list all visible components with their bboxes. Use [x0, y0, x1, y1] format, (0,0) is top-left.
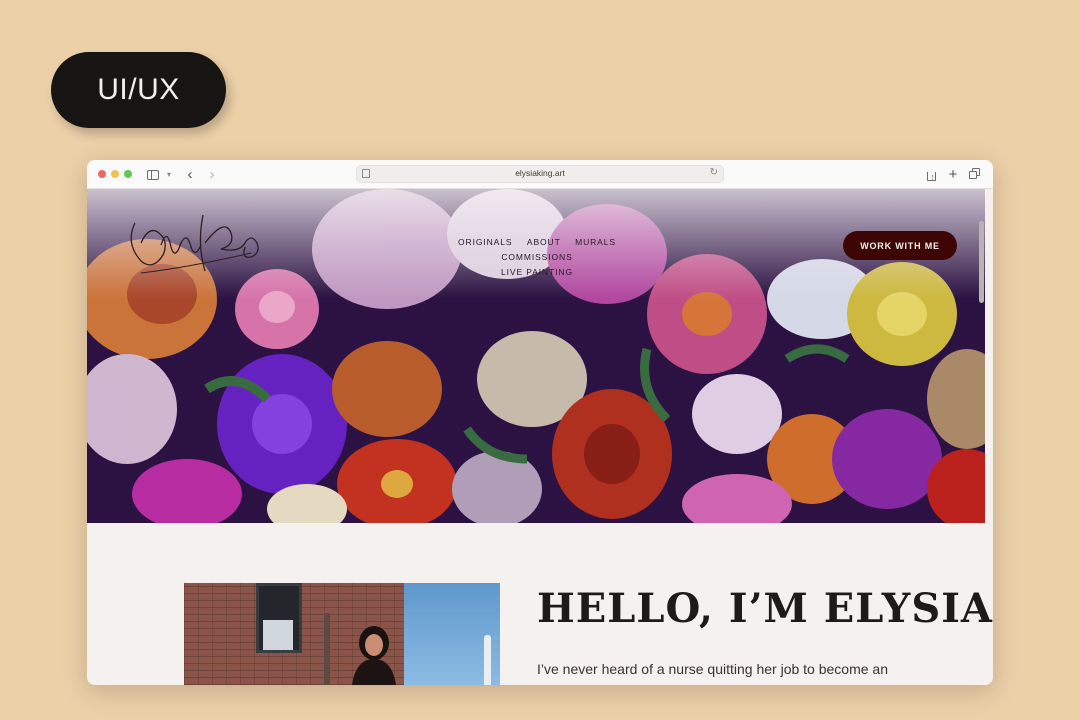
sidebar-icon[interactable] — [146, 166, 160, 183]
new-tab-icon[interactable]: + — [947, 166, 959, 183]
close-window-button[interactable] — [98, 170, 106, 178]
url-text[interactable]: elysiaking.art — [357, 168, 723, 178]
browser-window: ▾ ‹ › elysiaking.art ↻ ↑ + ORIGINALS ABO… — [87, 160, 993, 685]
nav-originals[interactable]: ORIGINALS — [458, 237, 512, 247]
hero-floral-banner: ORIGINALS ABOUT MURALS COMMISSIONS LIVE … — [87, 189, 985, 523]
ui-ux-badge: UI/UX — [51, 52, 226, 128]
browser-toolbar: ▾ ‹ › elysiaking.art ↻ ↑ + — [87, 160, 993, 189]
intro-paragraph: I’ve never heard of a nurse quitting her… — [537, 661, 888, 677]
nav-commissions[interactable]: COMMISSIONS — [501, 252, 572, 262]
badge-label: UI/UX — [97, 73, 180, 106]
zoom-window-button[interactable] — [124, 170, 132, 178]
address-bar[interactable]: elysiaking.art ↻ — [356, 165, 724, 183]
nav-about[interactable]: ABOUT — [527, 237, 561, 247]
page-scrollbar[interactable] — [979, 221, 984, 303]
reload-icon[interactable]: ↻ — [710, 167, 718, 178]
hello-heading: HELLO, I’M ELYSIA — [537, 585, 993, 632]
tab-overview-icon[interactable] — [969, 166, 981, 183]
site-navigation: ORIGINALS ABOUT MURALS COMMISSIONS LIVE … — [412, 234, 662, 279]
work-with-me-button[interactable]: WORK WITH ME — [843, 231, 957, 260]
elysia-portrait-photo — [184, 583, 500, 685]
back-arrow-icon[interactable]: ‹ — [185, 166, 195, 183]
forward-arrow-icon[interactable]: › — [207, 166, 217, 183]
minimize-window-button[interactable] — [111, 170, 119, 178]
nav-murals[interactable]: MURALS — [575, 237, 616, 247]
chevron-down-icon[interactable]: ▾ — [165, 166, 173, 183]
elysia-king-signature-logo[interactable] — [121, 203, 266, 285]
share-icon[interactable]: ↑ — [925, 166, 937, 183]
nav-live-painting[interactable]: LIVE PAINTING — [501, 267, 573, 277]
about-section: HELLO, I’M ELYSIA I’ve never heard of a … — [87, 523, 993, 685]
